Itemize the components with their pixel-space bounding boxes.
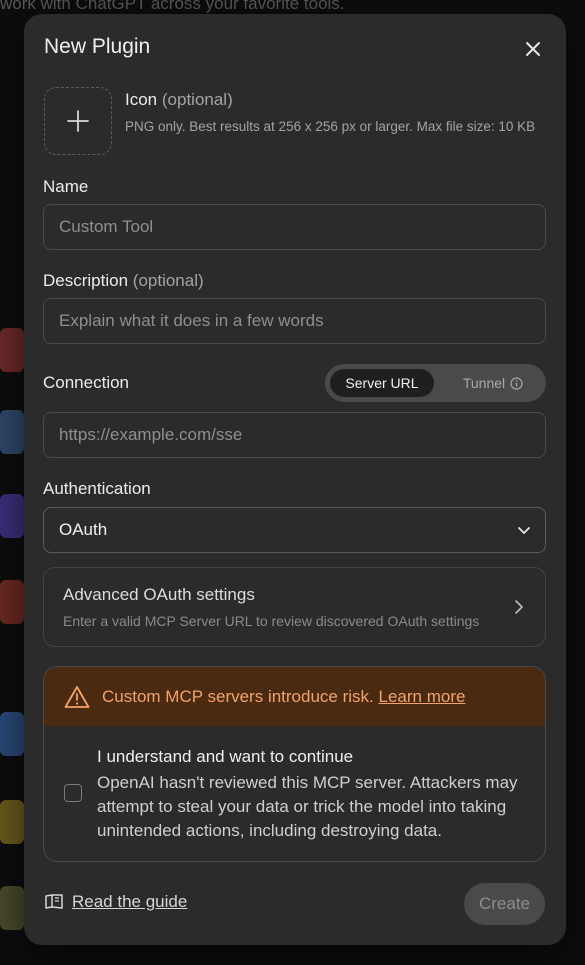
description-label: Description (optional) xyxy=(43,271,204,291)
advanced-oauth-subtitle: Enter a valid MCP Server URL to review d… xyxy=(63,613,480,629)
background-app-icon xyxy=(0,800,24,844)
risk-warning-text: Custom MCP servers introduce risk. Learn… xyxy=(102,687,465,707)
read-guide-text: Read the guide xyxy=(72,892,188,911)
name-label: Name xyxy=(43,177,89,196)
acknowledge-description: OpenAI hasn't reviewed this MCP server. … xyxy=(97,773,518,840)
connection-toggle: Server URL Tunnel xyxy=(325,364,546,402)
acknowledge-checkbox[interactable] xyxy=(64,784,82,802)
server-url-option[interactable]: Server URL xyxy=(330,369,434,397)
authentication-select[interactable]: OAuth xyxy=(43,507,546,553)
authentication-value: OAuth xyxy=(59,520,108,539)
background-app-icon xyxy=(0,712,24,756)
icon-hint: PNG only. Best results at 256 x 256 px o… xyxy=(125,119,536,134)
dialog-title: New Plugin xyxy=(44,35,151,58)
learn-more-link[interactable]: Learn more xyxy=(379,687,466,706)
server-url-input[interactable] xyxy=(43,412,546,458)
icon-label: Icon (optional) xyxy=(125,90,233,110)
risk-warning: Custom MCP servers introduce risk. Learn… xyxy=(43,666,546,862)
plus-icon xyxy=(67,110,89,132)
authentication-label: Authentication xyxy=(43,479,151,498)
acknowledge-title: I understand and want to continue xyxy=(97,747,354,766)
create-button[interactable]: Create xyxy=(464,883,545,925)
background-app-icon xyxy=(0,886,24,930)
icon-optional-text: (optional) xyxy=(161,90,233,109)
name-input[interactable] xyxy=(43,204,546,250)
info-icon xyxy=(510,376,523,390)
description-optional-text: (optional) xyxy=(132,271,204,290)
close-icon xyxy=(526,42,540,56)
background-heading: work with ChatGPT across your favorite t… xyxy=(0,0,345,13)
background-app-icon xyxy=(0,494,24,538)
icon-label-text: Icon xyxy=(125,90,158,109)
warning-icon xyxy=(64,685,90,708)
tunnel-option-label: Tunnel xyxy=(462,375,506,391)
close-button[interactable] xyxy=(522,38,544,60)
risk-warning-message: Custom MCP servers introduce risk. xyxy=(102,686,374,706)
advanced-oauth-settings[interactable]: Advanced OAuth settings Enter a valid MC… xyxy=(43,567,546,647)
risk-warning-header: Custom MCP servers introduce risk. Learn… xyxy=(44,667,545,726)
connection-label: Connection xyxy=(43,373,130,392)
tunnel-option[interactable]: Tunnel xyxy=(446,369,540,397)
description-input[interactable] xyxy=(43,298,546,344)
background-app-icon xyxy=(0,328,24,372)
background-app-icon xyxy=(0,580,24,624)
description-label-text: Description xyxy=(43,271,129,290)
chevron-down-icon xyxy=(518,527,530,534)
chevron-right-icon xyxy=(515,600,523,614)
book-icon xyxy=(45,894,63,909)
background-app-icon xyxy=(0,410,24,454)
advanced-oauth-title: Advanced OAuth settings xyxy=(63,585,255,604)
read-guide-link[interactable]: Read the guide xyxy=(44,892,187,912)
icon-upload-button[interactable] xyxy=(44,87,112,155)
new-plugin-dialog: New Plugin Icon (optional) PNG only. Bes… xyxy=(24,14,566,945)
